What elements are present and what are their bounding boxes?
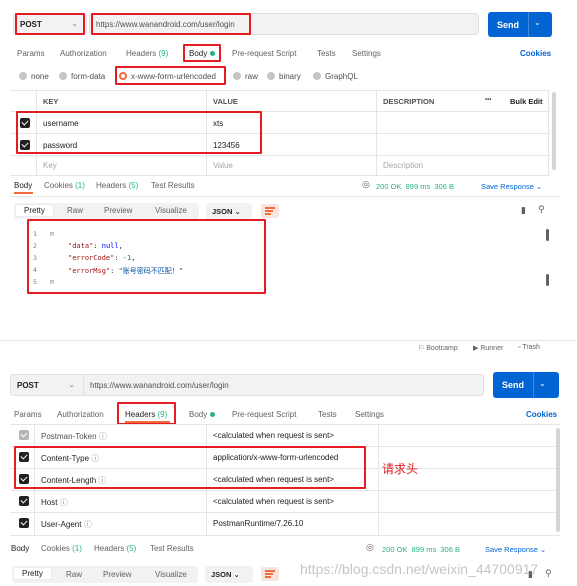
format-select[interactable]: JSON ⌄ [205,566,253,583]
info-icon: ⓘ [59,498,68,507]
highlight-request-headers [14,446,366,489]
search-icon[interactable]: ⚲ [545,568,552,579]
header-key-user-agent: User-Agent ⓘ [41,520,92,529]
highlight-headers-tab [117,402,176,425]
response-tab-cookies[interactable]: Cookies (1) [41,544,82,553]
tab-authorization[interactable]: Authorization [57,410,104,419]
request-headers-annotation: 请求头 [382,462,419,476]
checkbox-host[interactable] [19,496,29,506]
tab-authorization[interactable]: Authorization [60,49,107,58]
body-underline [14,192,33,194]
chevron-down-icon: ⌄ [68,380,75,389]
response-tab-headers[interactable]: Headers (5) [96,181,138,190]
tab-body[interactable]: Body [189,410,216,419]
trash-link[interactable]: ▫ Trash [518,344,540,351]
response-tab-cookies[interactable]: Cookies (1) [44,181,85,190]
table-scrollbar[interactable] [552,92,556,170]
view-visualize[interactable]: Visualize [155,570,187,579]
headers-scrollbar[interactable] [556,428,560,532]
value-placeholder[interactable]: Value [213,161,233,170]
highlight-response [27,219,266,294]
headers-count: (9) [158,49,169,58]
radio-none[interactable]: none [19,72,49,81]
tab-tests[interactable]: Tests [317,49,336,58]
header-value-host: <calculated when request is sent> [213,497,334,506]
globe-icon: ◎ [366,542,374,552]
runner-link[interactable]: ▶ Runner [473,344,503,352]
radio-graphql[interactable]: GraphQL [313,72,358,81]
tab-tests[interactable]: Tests [318,410,337,419]
wrap-lines-icon[interactable] [261,204,279,218]
tab-settings[interactable]: Settings [352,49,381,58]
highlight-method [15,13,85,35]
col-value: VALUE [213,97,238,106]
response-scrollbar[interactable] [546,229,549,241]
cookies-link[interactable]: Cookies [520,49,551,58]
response-tab-body[interactable]: Body [11,544,29,553]
header-key-host: Host ⓘ [41,498,68,507]
view-pretty[interactable]: Pretty [16,205,53,216]
format-select[interactable]: JSON ⌄ [206,203,252,219]
highlight-urlencoded [115,66,226,85]
checkbox-user-agent[interactable] [19,518,29,528]
description-placeholder[interactable]: Description [383,161,423,170]
highlight-params [16,111,262,154]
highlight-url [91,13,251,35]
send-label: Send [501,380,524,390]
view-preview[interactable]: Preview [104,206,132,215]
save-response-button[interactable]: Save Response ⌄ [481,182,542,191]
col-key: KEY [43,97,59,106]
globe-icon: ◎ [362,179,370,189]
info-icon: ⓘ [83,520,92,529]
chevron-down-icon: ⌄ [534,18,541,27]
copy-icon[interactable]: ▮ [521,205,526,216]
response-tab-headers[interactable]: Headers (5) [94,544,136,553]
col-description: DESCRIPTION [383,97,435,106]
response-tab-test-results[interactable]: Test Results [151,181,195,190]
tab-params[interactable]: Params [14,410,42,419]
radio-raw[interactable]: raw [233,72,258,81]
bootcamp-link[interactable]: ⚐ Bootcamp [418,344,458,352]
header-key-postman-token: Postman-Token ⓘ [41,432,107,441]
highlight-body-tab [183,44,221,62]
view-raw[interactable]: Raw [66,570,82,579]
view-raw[interactable]: Raw [67,206,83,215]
radio-form-data[interactable]: form-data [59,72,105,81]
body-active-dot [210,412,216,418]
checkbox-postman-token[interactable] [19,430,29,440]
url-input[interactable]: https://www.wanandroid.com/user/login [84,374,484,396]
tab-pre-request-script[interactable]: Pre-request Script [232,410,296,419]
method-select[interactable]: POST ⌄ [10,374,84,396]
chevron-down-icon: ⌄ [539,379,546,388]
method-label: POST [17,381,39,390]
radio-binary[interactable]: binary [267,72,301,81]
tab-settings[interactable]: Settings [355,410,384,419]
response-status: 200 OK 899 ms 306 B [382,545,460,554]
view-pretty[interactable]: Pretty [14,568,51,579]
more-options-icon[interactable]: ••• [485,97,491,103]
cookies-link[interactable]: Cookies [526,410,557,419]
send-button[interactable]: Send ⌄ [488,12,552,37]
view-visualize[interactable]: Visualize [155,206,187,215]
response-tab-test-results[interactable]: Test Results [150,544,194,553]
tab-pre-request-script[interactable]: Pre-request Script [232,49,296,58]
wrap-lines-icon[interactable] [261,567,279,581]
response-tab-body[interactable]: Body [14,181,32,190]
send-button[interactable]: Send ⌄ [493,372,559,398]
header-value-user-agent: PostmanRuntime/7.26.10 [213,519,304,528]
bulk-edit-link[interactable]: Bulk Edit [510,97,543,106]
tab-headers[interactable]: Headers (9) [126,49,168,58]
response-status: 200 OK 899 ms 306 B [376,182,454,191]
header-value-postman-token: <calculated when request is sent> [213,431,334,440]
url-text: https://www.wanandroid.com/user/login [90,381,229,390]
view-preview[interactable]: Preview [103,570,131,579]
watermark: https://blog.csdn.net/weixin_44700917 [300,561,539,577]
tab-params[interactable]: Params [17,49,45,58]
search-icon[interactable]: ⚲ [538,204,545,215]
save-response-button[interactable]: Save Response ⌄ [485,545,546,554]
send-label: Send [496,19,519,30]
key-placeholder[interactable]: Key [43,161,57,170]
info-icon: ⓘ [98,432,107,441]
